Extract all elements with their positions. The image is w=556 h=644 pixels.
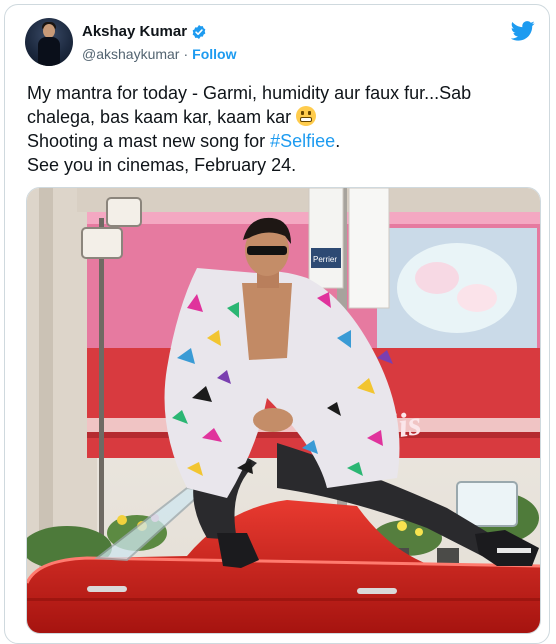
author-handle[interactable]: @akshaykumar bbox=[82, 46, 179, 62]
tweet-line-3: See you in cinemas, February 24. bbox=[27, 155, 297, 175]
pole-sign-text: Perrier bbox=[313, 255, 337, 264]
display-name[interactable]: Akshay Kumar bbox=[82, 23, 187, 40]
verified-badge-icon bbox=[192, 24, 206, 39]
tweet-line-1: My mantra for today - Garmi, humidity au… bbox=[27, 83, 472, 127]
tweet-card: Akshay Kumar @akshaykumar · Follow My ma… bbox=[4, 4, 550, 644]
grimacing-emoji-icon bbox=[296, 106, 317, 126]
follow-button[interactable]: Follow bbox=[192, 46, 236, 62]
tweet-line-2: Shooting a mast new song for #Selfiee. bbox=[27, 131, 341, 151]
author-name-row: Akshay Kumar bbox=[82, 23, 207, 40]
tweet-text: My mantra for today - Garmi, humidity au… bbox=[27, 81, 532, 177]
avatar[interactable] bbox=[25, 18, 73, 66]
author-handle-row: @akshaykumar · Follow bbox=[82, 46, 236, 62]
tweet-photo[interactable]: polis Perrier bbox=[26, 187, 541, 634]
hashtag-link[interactable]: #Selfiee bbox=[270, 131, 335, 151]
separator-dot: · bbox=[183, 46, 189, 62]
twitter-bird-icon[interactable] bbox=[511, 21, 535, 41]
photo-scene: polis Perrier bbox=[27, 188, 540, 633]
